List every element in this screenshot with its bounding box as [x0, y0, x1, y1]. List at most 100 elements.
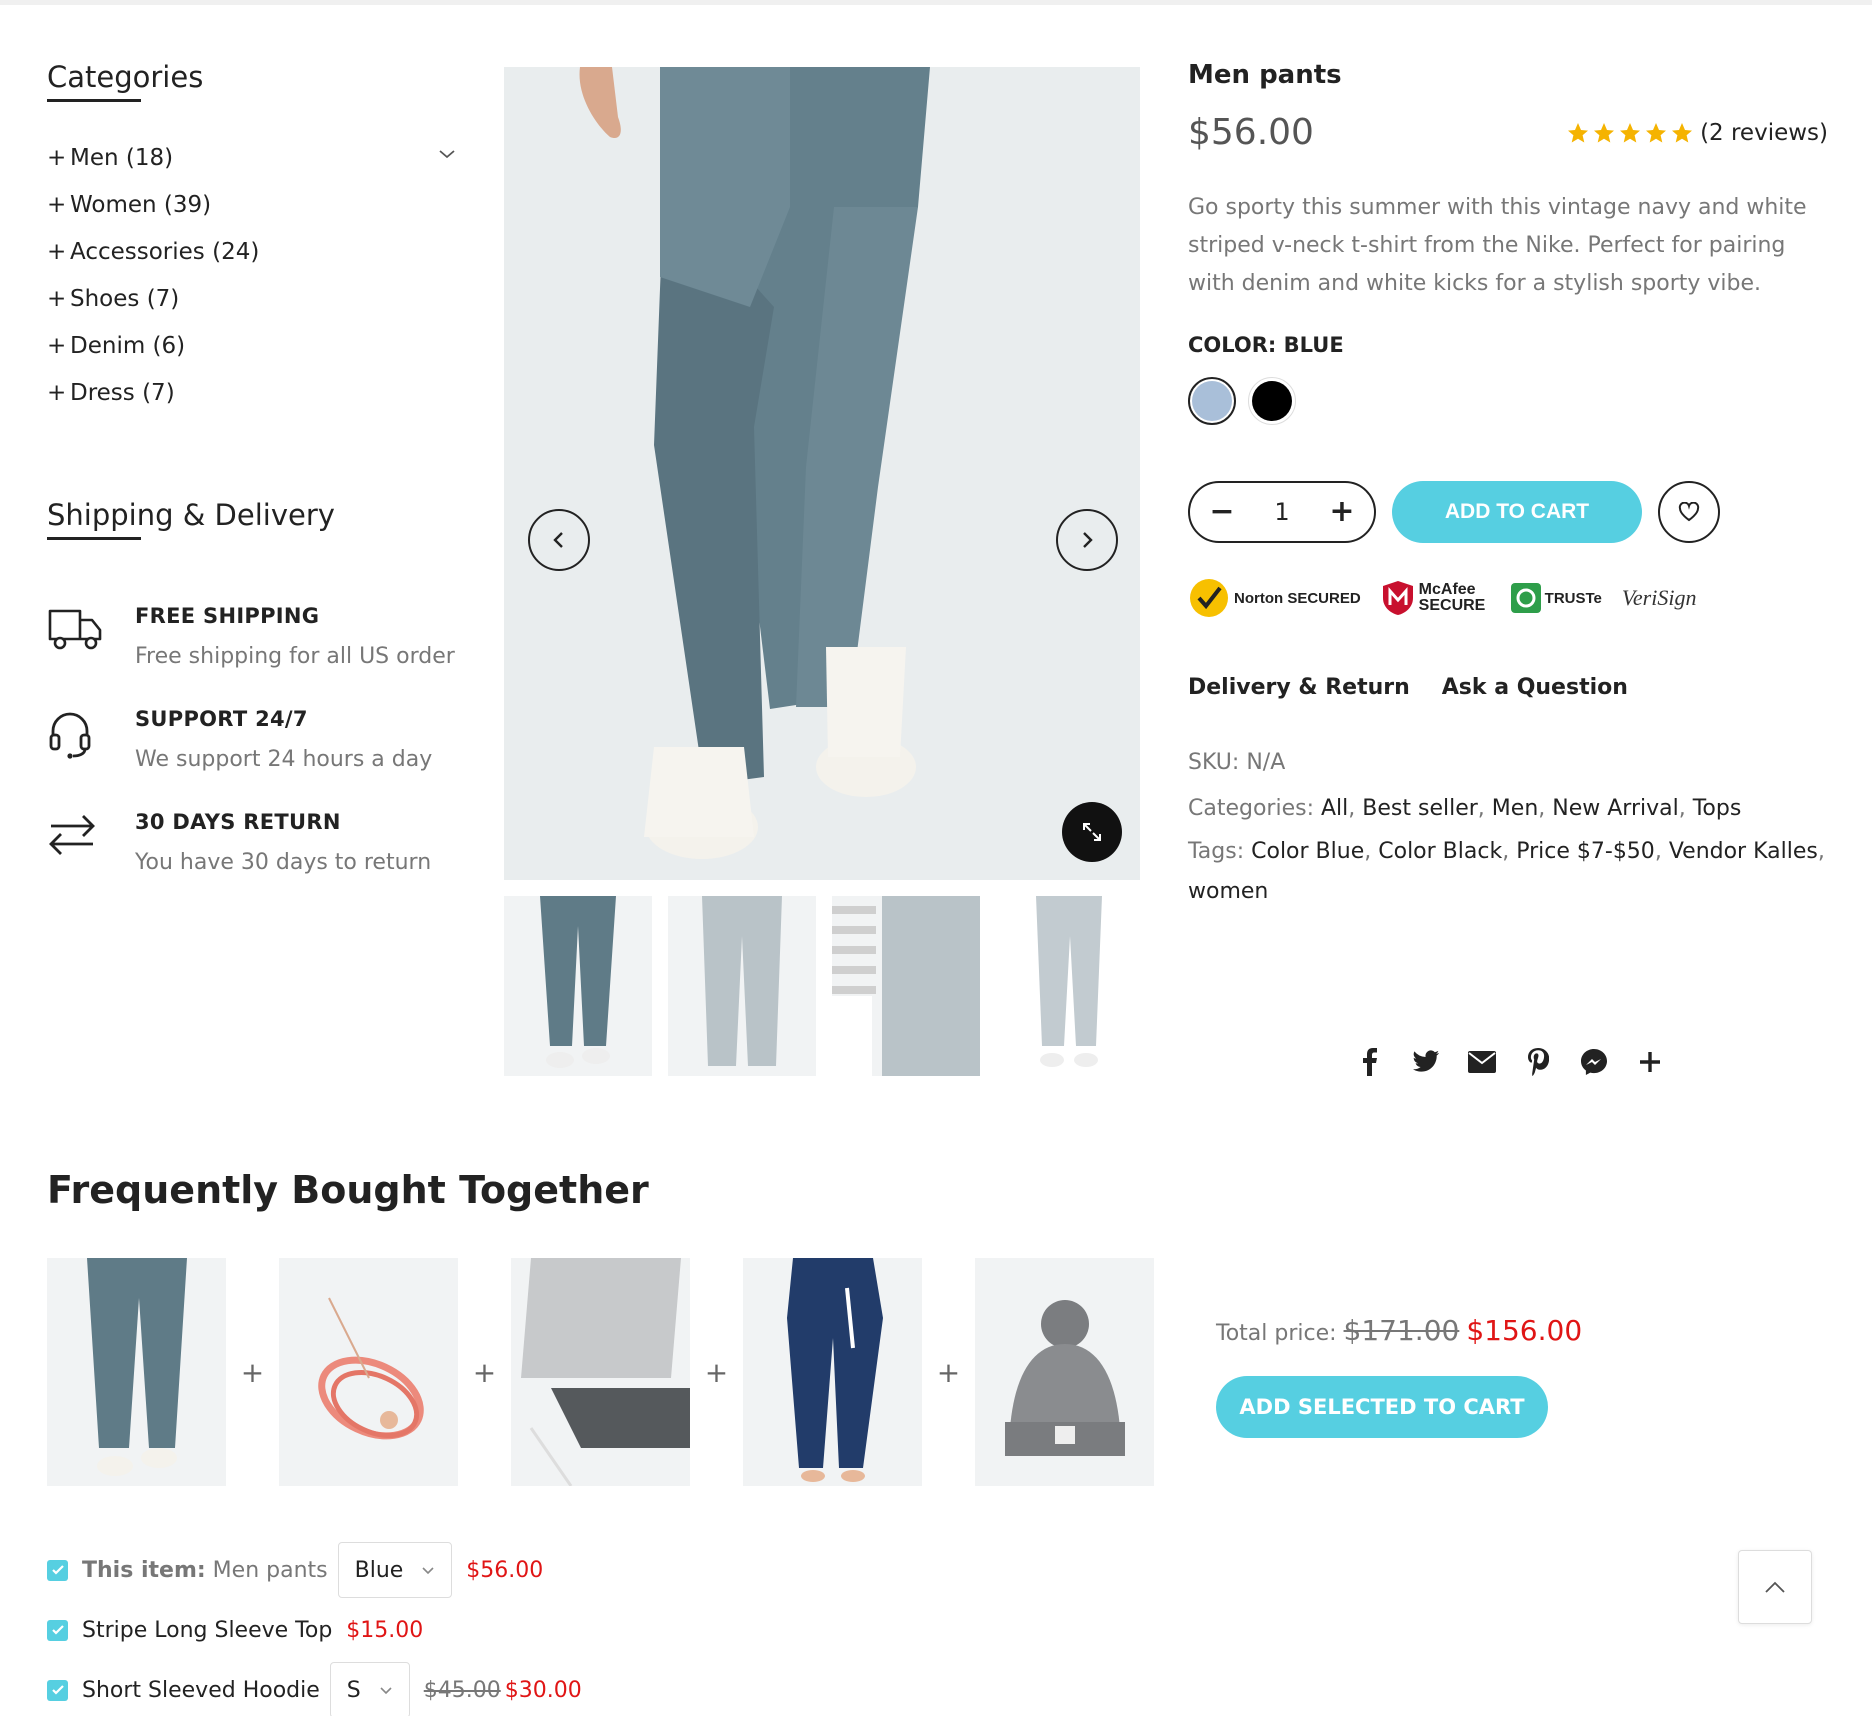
- star-icon: [1620, 122, 1641, 142]
- thumbnail-3[interactable]: [832, 896, 980, 1076]
- chevron-down-icon[interactable]: [437, 144, 457, 164]
- category-link[interactable]: All: [1321, 796, 1348, 821]
- category-link[interactable]: Best seller: [1362, 796, 1478, 821]
- badge-label: Norton SECURED: [1234, 589, 1361, 607]
- fbt-heading: Frequently Bought Together: [47, 1168, 649, 1212]
- fbt-item-old-price: $45.00: [423, 1677, 501, 1703]
- feature-title: 30 DAYS RETURN: [135, 810, 341, 834]
- previous-image-button[interactable]: [528, 509, 590, 571]
- feature-support: SUPPORT 24/7 We support 24 hours a day: [47, 707, 457, 772]
- color-swatches: [1188, 377, 1828, 425]
- quantity-value[interactable]: 1: [1274, 498, 1289, 526]
- plus-icon: +: [704, 1355, 729, 1389]
- info-tabs: Delivery & Return Ask a Question: [1188, 675, 1828, 700]
- total-new-price: $156.00: [1466, 1314, 1583, 1347]
- return-arrows-icon: [47, 810, 135, 875]
- wishlist-button[interactable]: [1658, 481, 1720, 543]
- fbt-product-pants[interactable]: [47, 1258, 226, 1486]
- tags-label: Tags:: [1188, 839, 1245, 864]
- truste-badge: TRUSTe: [1510, 583, 1602, 613]
- category-link[interactable]: New Arrival: [1552, 796, 1678, 821]
- category-item-dress[interactable]: + Dress (7): [47, 369, 457, 416]
- plus-icon: +: [472, 1355, 497, 1389]
- fbt-item-name[interactable]: Short Sleeved Hoodie: [82, 1678, 320, 1703]
- check-icon: [51, 1625, 64, 1635]
- category-item-denim[interactable]: + Denim (6): [47, 322, 457, 369]
- next-image-button[interactable]: [1056, 509, 1118, 571]
- variant-select[interactable]: S: [329, 1662, 410, 1716]
- plus-icon: +: [47, 379, 67, 406]
- category-item-men[interactable]: + Men (18): [47, 134, 457, 181]
- facebook-icon[interactable]: [1356, 1048, 1384, 1076]
- sku-row: SKU: N/A: [1188, 740, 1828, 786]
- twitter-icon[interactable]: [1412, 1048, 1440, 1076]
- feature-subtitle: You have 30 days to return: [135, 850, 432, 875]
- category-link[interactable]: Tops: [1693, 796, 1742, 821]
- badge-label: McAfee SECURE: [1418, 581, 1486, 614]
- trust-badges: Norton SECURED McAfee SECURE TRUSTe Veri…: [1188, 577, 1828, 619]
- decrease-quantity-button[interactable]: −: [1208, 497, 1236, 527]
- messenger-icon[interactable]: [1580, 1048, 1608, 1076]
- category-label: Accessories (24): [70, 238, 260, 265]
- color-swatch-blue[interactable]: [1188, 377, 1236, 425]
- tab-ask-question[interactable]: Ask a Question: [1442, 675, 1628, 700]
- thumbnail-4[interactable]: [996, 896, 1144, 1076]
- add-selected-to-cart-button[interactable]: ADD SELECTED TO CART: [1216, 1376, 1548, 1438]
- thumbnail-1[interactable]: [504, 896, 652, 1076]
- tag-link[interactable]: Color Black: [1378, 839, 1502, 864]
- tag-link[interactable]: Vendor Kalles: [1669, 839, 1818, 864]
- checkbox[interactable]: [47, 1619, 68, 1641]
- total-label: Total price:: [1216, 1321, 1337, 1346]
- fbt-item-price: $15.00: [346, 1617, 424, 1643]
- fbt-item: This item: Men pants Blue $56.00: [47, 1540, 582, 1600]
- expand-icon: [1083, 823, 1101, 841]
- fbt-product-sweater[interactable]: [511, 1258, 690, 1486]
- heart-icon: [1678, 502, 1700, 522]
- tab-delivery-return[interactable]: Delivery & Return: [1188, 675, 1410, 700]
- tags-row: Tags: Color Blue, Color Black, Price $7-…: [1188, 839, 1825, 904]
- product-meta: SKU: N/A Categories: All, Best seller, M…: [1188, 740, 1828, 912]
- chevron-down-icon: [380, 1687, 392, 1695]
- reviews-count[interactable]: (2 reviews): [1700, 120, 1828, 146]
- variant-select[interactable]: Blue: [337, 1542, 453, 1598]
- zoom-button[interactable]: [1062, 802, 1122, 862]
- product-description: Go sporty this summer with this vintage …: [1188, 195, 1807, 296]
- email-icon[interactable]: [1468, 1048, 1496, 1076]
- category-item-shoes[interactable]: + Shoes (7): [47, 275, 457, 322]
- tag-link[interactable]: Price $7-$50: [1516, 839, 1655, 864]
- product-info: Men pants $56.00 (2 reviews) Go sporty t…: [1188, 60, 1828, 912]
- check-icon: [51, 1685, 64, 1695]
- total-price: Total price: $171.00 $156.00: [1216, 1314, 1582, 1347]
- category-item-women[interactable]: + Women (39): [47, 181, 457, 228]
- category-item-accessories[interactable]: + Accessories (24): [47, 228, 457, 275]
- back-to-top-button[interactable]: [1738, 1550, 1812, 1624]
- more-share-icon[interactable]: [1636, 1048, 1664, 1076]
- thumbnail-2[interactable]: [668, 896, 816, 1076]
- checkbox[interactable]: [47, 1559, 68, 1581]
- badge-label: TRUSTe: [1544, 589, 1602, 607]
- mcafee-shield-icon: [1382, 581, 1413, 615]
- product-main-image[interactable]: [504, 67, 1140, 880]
- category-link[interactable]: Men: [1492, 796, 1538, 821]
- feature-subtitle: We support 24 hours a day: [135, 747, 433, 772]
- increase-quantity-button[interactable]: +: [1328, 497, 1356, 527]
- tag-link[interactable]: women: [1188, 879, 1268, 904]
- feature-subtitle: Free shipping for all US order: [135, 644, 455, 669]
- add-to-cart-button[interactable]: ADD TO CART: [1392, 481, 1642, 543]
- plus-icon: +: [47, 332, 67, 359]
- checkbox[interactable]: [47, 1679, 68, 1701]
- category-label: Shoes (7): [70, 285, 180, 312]
- mcafee-badge: McAfee SECURE: [1381, 579, 1491, 617]
- tag-link[interactable]: Color Blue: [1251, 839, 1364, 864]
- pinterest-icon[interactable]: [1524, 1048, 1552, 1076]
- fbt-product-bracelet[interactable]: [279, 1258, 458, 1486]
- product-price: $56.00: [1188, 112, 1314, 153]
- fbt-item-name[interactable]: Stripe Long Sleeve Top: [82, 1618, 332, 1643]
- category-label: Dress (7): [70, 379, 175, 406]
- plus-icon: +: [47, 144, 67, 171]
- fbt-product-beanie[interactable]: [975, 1258, 1154, 1486]
- rating[interactable]: (2 reviews): [1566, 120, 1828, 146]
- categories-label: Categories:: [1188, 796, 1314, 821]
- fbt-product-joggers[interactable]: [743, 1258, 922, 1486]
- color-swatch-black[interactable]: [1248, 377, 1296, 425]
